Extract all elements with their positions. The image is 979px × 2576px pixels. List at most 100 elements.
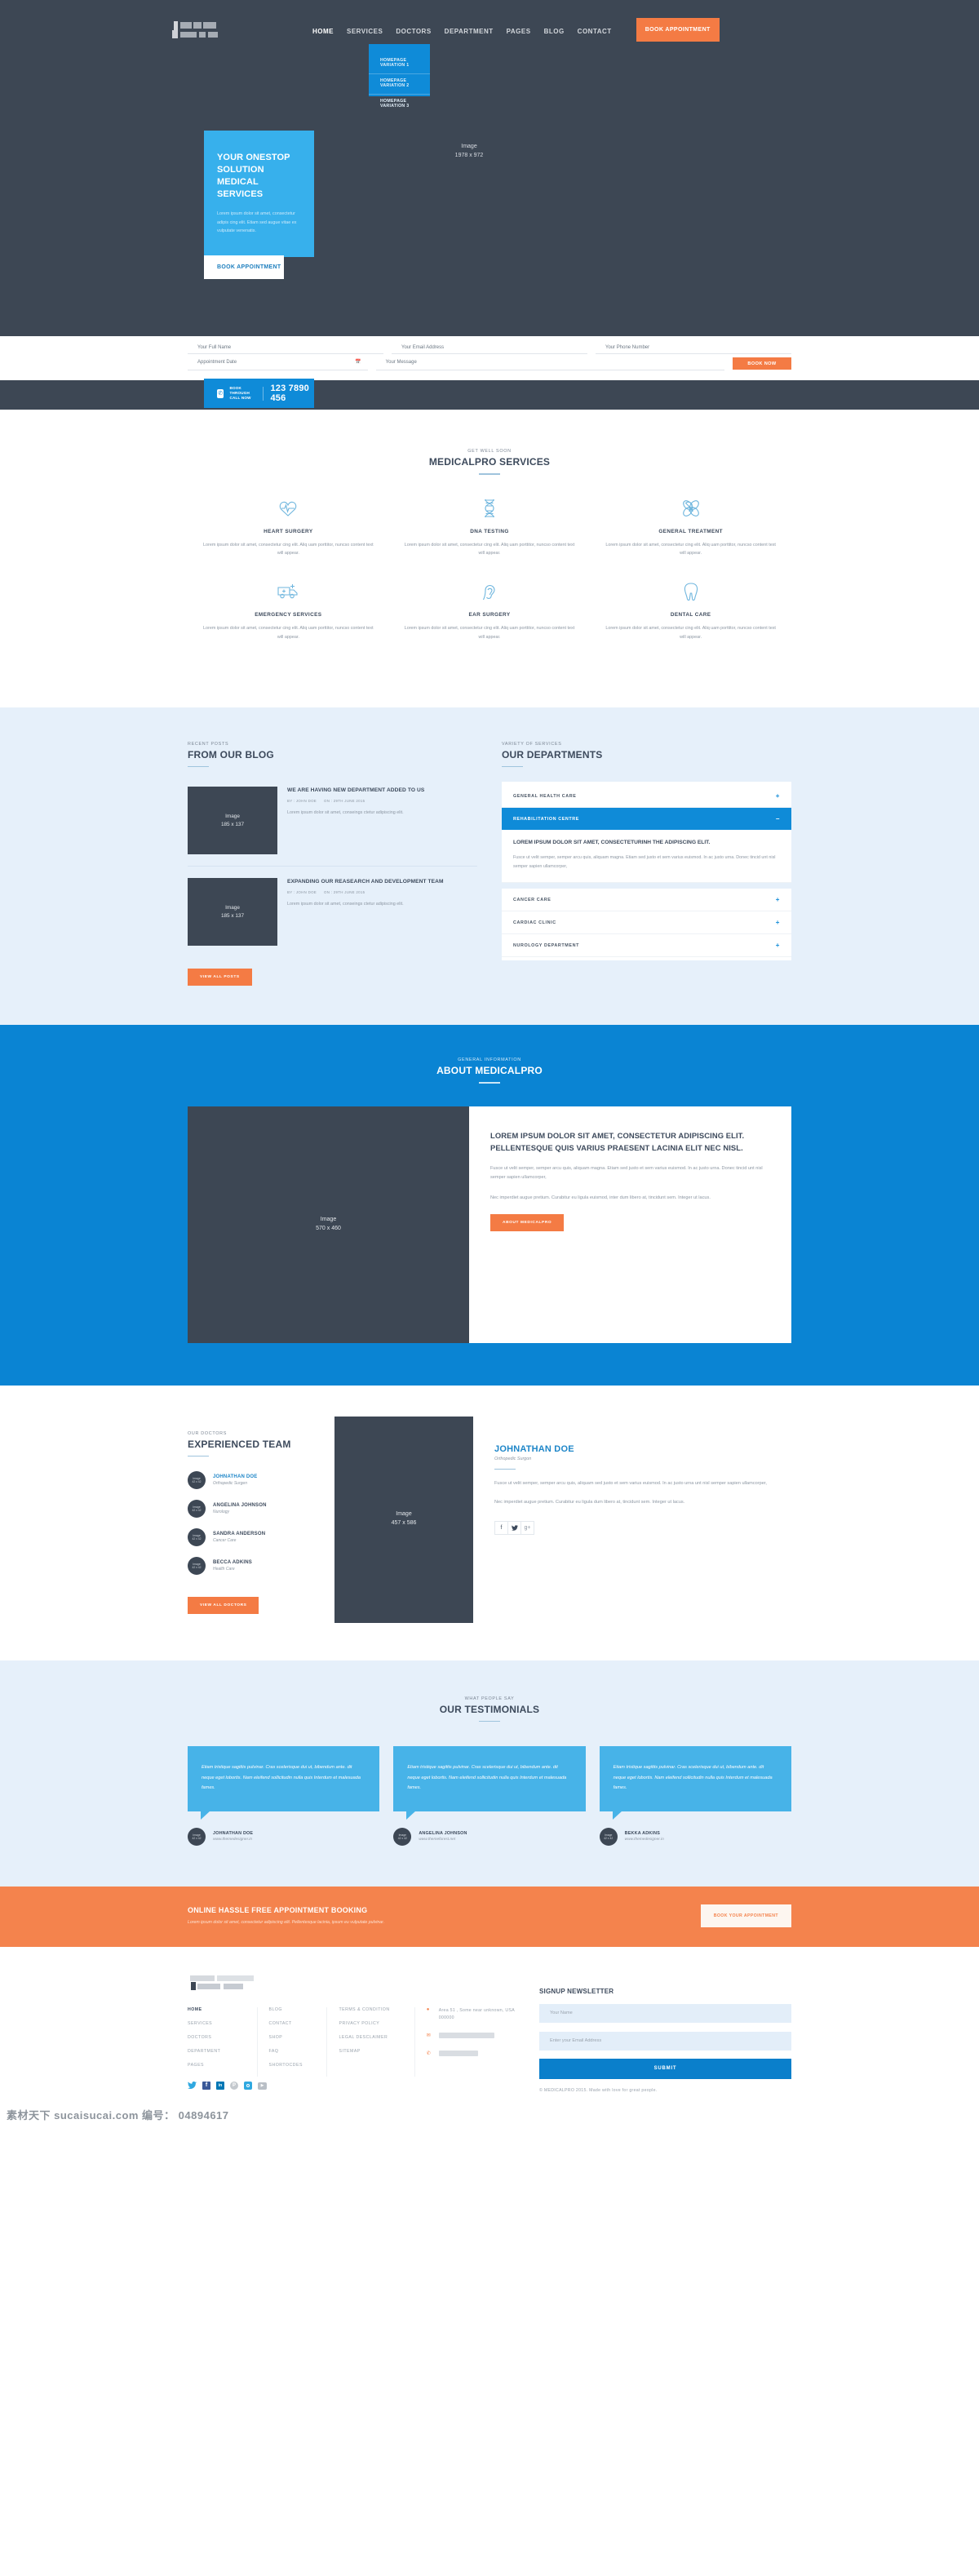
avatar-size: 42 x 42 [192,1480,202,1484]
message-input[interactable]: Your Message [375,357,724,370]
doctor-name: BECCA ADKINS [213,1560,252,1566]
phone-input[interactable]: Your Phone Number [596,343,791,354]
accordion-item-nurology-department[interactable]: NUROLOGY DEPARTMENT + [502,934,791,958]
youtube-icon[interactable]: ▶ [258,2082,267,2091]
appointment-date-input[interactable]: Appointment Date 📅 [188,357,368,370]
nav-item-department[interactable]: DEPARTMENT [445,28,494,35]
footer-link-pages[interactable]: PAGES [188,2063,249,2068]
footer-column-2: BLOG CONTACT SHOP FAQ SHORTOCDES [258,2006,328,2077]
service-card[interactable]: GENERAL TREATMENT Lorem ipsum dolor sit … [590,498,791,559]
accordion-item-cancer-care[interactable]: CANCER CARE + [502,889,791,912]
dropdown-item-variation-2[interactable]: HOMEPAGE VARIATION 2 [369,73,430,94]
service-card[interactable]: HEART SURGERY Lorem ipsum dolor sit amet… [188,498,389,559]
facebook-icon[interactable]: f [494,1520,508,1535]
twitter-icon[interactable] [507,1520,521,1535]
footer-link-home[interactable]: HOME [188,2007,249,2012]
blog-post-title[interactable]: EXPANDING OUR REASEARCH AND DEVELOPMENT … [287,878,444,886]
phone-icon: ✆ [426,2051,431,2057]
hero-book-appointment-tab[interactable]: BOOK APPOINTMENT [204,255,284,279]
linkedin-icon[interactable]: in [216,2081,224,2091]
instagram-icon[interactable] [244,2081,252,2091]
dropdown-item-variation-3[interactable]: HOMEPAGE VARIATION 3 [369,94,430,114]
doctor-role: Orthopedic Surgen [213,1481,247,1487]
doctor-detail-para-1: Fusce ut velit semper, semper arcu quis,… [494,1481,767,1487]
doctor-list-item[interactable]: Image 42 x 42 ANGELINA JOHNSON Nurology [188,1500,321,1519]
twitter-icon[interactable] [188,2082,197,2091]
footer-link-sitemap[interactable]: SITEMAP [339,2049,405,2054]
footer-link-services[interactable]: SERVICES [188,2021,249,2026]
dropdown-item-variation-1[interactable]: HOMEPAGE VARIATION 1 [369,54,430,73]
call-now-box[interactable]: ✆ BOOK THROUGH CALL NOW 123 7890 456 [204,379,314,408]
nav-item-pages[interactable]: PAGES [507,28,531,35]
nav-item-services[interactable]: SERVICES [347,28,383,35]
footer-address: Area 51 , Some near unknown, USA 000000 [438,2007,515,2021]
doctor-list-item[interactable]: Image 42 x 42 JOHNATHAN DOE Orthopedic S… [188,1471,321,1490]
testimonial-author-name: BEKKA ADKINS [624,1831,660,1837]
view-all-posts-button[interactable]: VIEW ALL POSTS [188,969,252,987]
testimonial-author-url: www.themeforest.net [419,1838,456,1842]
service-card[interactable]: EMERGENCY SERVICES Lorem ipsum dolor sit… [188,581,389,642]
blog-post-item[interactable]: Image 185 x 137 WE ARE HAVING NEW DEPARTM… [188,775,477,866]
cta-subtitle: Lorem ipsum dolor sit amet, consectetur … [188,1920,385,1926]
full-name-input[interactable]: Your Full Name [188,343,383,354]
about-card: LOREM IPSUM DOLOR SIT AMET, CONSECTETUR … [469,1106,791,1343]
blog-post-item[interactable]: Image 185 x 137 EXPANDING OUR REASEARCH A… [188,866,477,957]
calendar-icon[interactable]: 📅 [355,359,361,365]
newsletter-submit-button[interactable]: SUBMIT [539,2058,791,2079]
accordion-item-general-health-care[interactable]: GENERAL HEALTH CARE + [502,785,791,809]
services-heading: GET WELL SOON MEDICALPRO SERVICES [188,449,791,475]
service-card[interactable]: DENTAL CARE Lorem ipsum dolor sit amet, … [590,581,791,642]
footer-column-1: HOME SERVICES DOCTORS DEPARTMENT PAGES [188,2006,258,2077]
newsletter-email-input[interactable]: Enter your Email Address [539,2031,791,2051]
footer-link-contact[interactable]: CONTACT [269,2021,319,2026]
footer-link-legal[interactable]: LEGAL DESCLAIMER [339,2035,405,2040]
accordion-label: CARDIAC CLINIC [513,920,556,925]
book-your-appointment-button[interactable]: BOOK YOUR APPOINTMENT [700,1904,791,1927]
email-input[interactable]: Your Email Address [392,343,587,354]
nav-item-home[interactable]: HOME [312,28,334,35]
book-now-button[interactable]: BOOK NOW [733,357,791,370]
service-card[interactable]: EAR SURGERY Lorem ipsum dolor sit amet, … [389,581,591,642]
testimonials-title: OUR TESTIMONIALS [439,1703,540,1715]
service-title: DNA TESTING [470,528,509,534]
heart-pulse-icon [202,498,374,519]
footer-link-privacy[interactable]: PRIVACY POLICY [339,2021,405,2026]
nav-item-contact[interactable]: CONTACT [578,28,612,35]
footer-link-terms[interactable]: TERMS & CONDITION [339,2007,405,2012]
plus-icon: + [775,896,780,904]
view-all-doctors-button[interactable]: VIEW ALL DOCTORS [188,1597,259,1615]
blog-post-title[interactable]: WE ARE HAVING NEW DEPARTMENT ADDED TO US [287,787,424,795]
accordion-item-rehabilitation-centre[interactable]: REHABILITATION CENTRE – LOREM IPSUM DOLO… [502,808,791,884]
footer-link-blog[interactable]: BLOG [269,2007,319,2012]
testimonial-author-url: www.themedesigner.in [213,1838,253,1842]
tooth-icon [605,581,777,602]
avatar-size: 42 x 42 [192,1537,202,1541]
service-title: EAR SURGERY [468,612,511,619]
call-label-line2: CALL NOW [229,396,251,401]
service-desc: Lorem ipsum dolor sit amet, consectetur … [605,626,776,640]
newsletter-name-input[interactable]: Your Name [539,2003,791,2023]
blog-title: FROM OUR BLOG [188,748,274,760]
service-card[interactable]: DNA TESTING Lorem ipsum dolor sit amet, … [389,498,591,559]
about-medicalpro-button[interactable]: ABOUT MEDICALPRO [490,1213,565,1231]
site-logo[interactable] [171,20,265,41]
nav-item-doctors[interactable]: DOCTORS [396,28,431,35]
footer-link-doctors[interactable]: DOCTORS [188,2035,249,2040]
doctors-kicker: OUR DOCTORS [188,1430,228,1436]
doctor-list-item[interactable]: Image 42 x 42 SANDRA ANDERSON Cancer Car… [188,1528,321,1547]
footer-link-department[interactable]: DEPARTMENT [188,2049,249,2054]
facebook-icon[interactable]: f [202,2081,210,2091]
footer-link-faq[interactable]: FAQ [269,2049,319,2054]
footer-link-shortocdes[interactable]: SHORTOCDES [269,2063,319,2068]
accordion-item-cardiac-clinic[interactable]: CARDIAC CLINIC + [502,911,791,935]
footer-logo[interactable] [188,1975,290,1993]
footer-link-shop[interactable]: SHOP [269,2035,319,2040]
testimonial-quote: Etiam tristique sagittis pulvinar. Cras … [599,1746,791,1820]
pinterest-icon[interactable]: P [230,2081,238,2091]
header-book-appointment-button[interactable]: BOOK APPOINTMENT [636,18,720,42]
blog-post-date: ON : 29TH JUNE 2015 [324,799,365,804]
doctor-image: Image 457 x 586 [334,1416,473,1623]
google-plus-icon[interactable]: g+ [521,1520,534,1535]
nav-item-blog[interactable]: BLOG [544,28,565,35]
doctor-list-item[interactable]: Image 42 x 42 BECCA ADKINS Health Care [188,1557,321,1576]
